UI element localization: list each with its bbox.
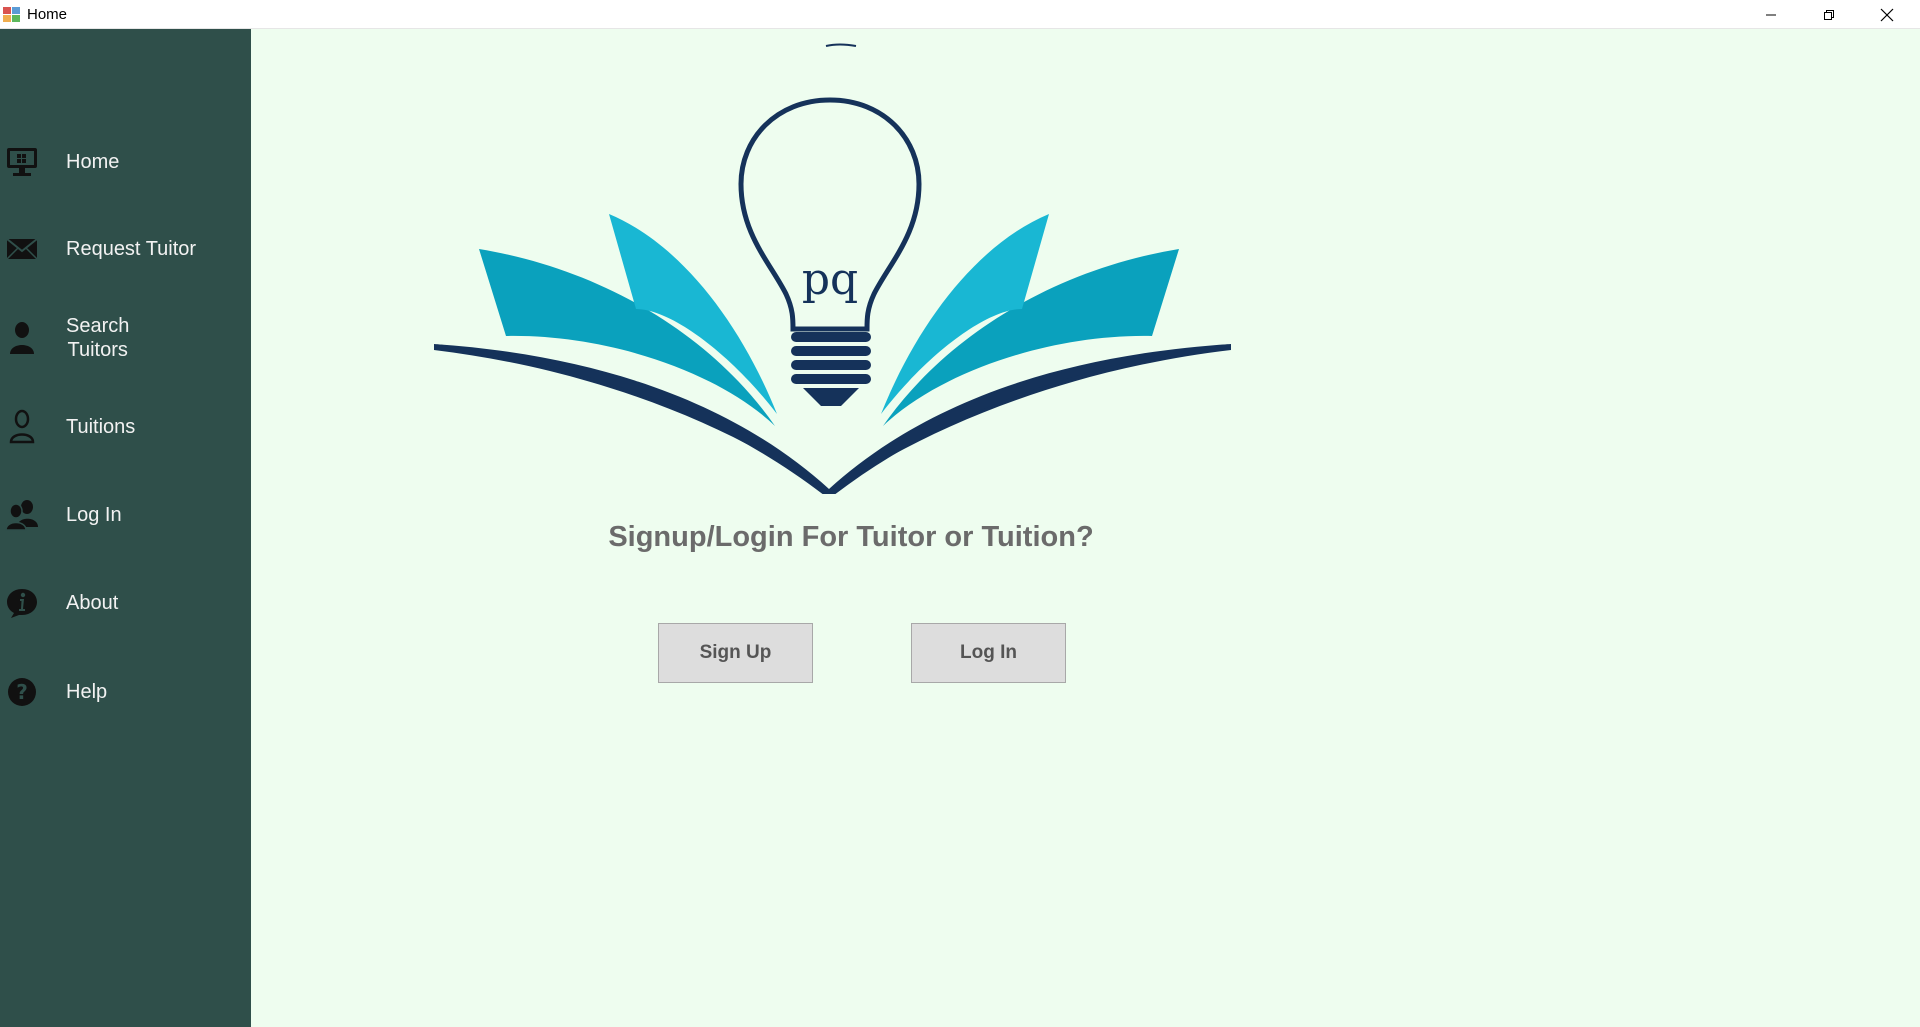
user-silhouette-icon xyxy=(4,320,40,356)
envelope-icon xyxy=(4,231,40,267)
app-icon xyxy=(3,6,20,23)
sidebar-item-about[interactable]: About xyxy=(0,573,251,633)
sidebar-item-label-line1: Search xyxy=(66,315,130,337)
sidebar-item-request-tutor[interactable]: Request Tuitor xyxy=(0,219,251,279)
logo-letters: pq xyxy=(802,254,858,305)
minimize-icon xyxy=(1766,14,1776,15)
minimize-button[interactable] xyxy=(1742,0,1800,29)
sidebar-item-tuitions[interactable]: Tuitions xyxy=(0,397,251,457)
monitor-icon xyxy=(4,144,40,180)
users-icon xyxy=(4,497,40,533)
sidebar-item-label: Help xyxy=(66,681,108,703)
sidebar-item-label: Search Tuitors xyxy=(66,314,129,362)
close-button[interactable] xyxy=(1858,0,1916,29)
sidebar-item-label: Home xyxy=(66,151,120,173)
signup-login-prompt: Signup/Login For Tuitor or Tuition? xyxy=(608,521,1094,553)
title-bar: Home xyxy=(0,0,1920,29)
restore-icon xyxy=(1824,9,1834,20)
sidebar-item-log-in[interactable]: Log In xyxy=(0,485,251,545)
book-lightbulb-logo: pq xyxy=(431,34,1261,499)
close-icon xyxy=(1880,8,1894,21)
log-in-button[interactable]: Log In xyxy=(911,623,1066,683)
sidebar-item-label: Log In xyxy=(66,504,122,526)
window-title: Home xyxy=(27,6,68,23)
sign-up-button[interactable]: Sign Up xyxy=(658,623,813,683)
user-outline-icon xyxy=(4,409,40,445)
sidebar-item-search-tutors[interactable]: Search Tuitors xyxy=(0,308,251,368)
app-window: Home Home Request Tuitor Search Tuitors … xyxy=(0,0,1920,1027)
main-content: pq Signup/Login For Tuitor or Tuition? S… xyxy=(251,29,1920,1027)
svg-text:?: ? xyxy=(16,680,28,704)
help-icon: ? xyxy=(4,674,40,710)
sidebar: Home Request Tuitor Search Tuitors Tuiti… xyxy=(0,29,251,1027)
sidebar-item-label: Tuitions xyxy=(66,416,136,438)
sidebar-item-label-line2: Tuitors xyxy=(67,339,128,361)
sidebar-item-help[interactable]: ? Help xyxy=(0,662,251,722)
sidebar-item-label: About xyxy=(66,592,119,614)
sidebar-item-home[interactable]: Home xyxy=(0,132,251,192)
sidebar-item-label: Request Tuitor xyxy=(66,238,197,260)
info-icon xyxy=(4,585,40,621)
restore-button[interactable] xyxy=(1800,0,1858,29)
